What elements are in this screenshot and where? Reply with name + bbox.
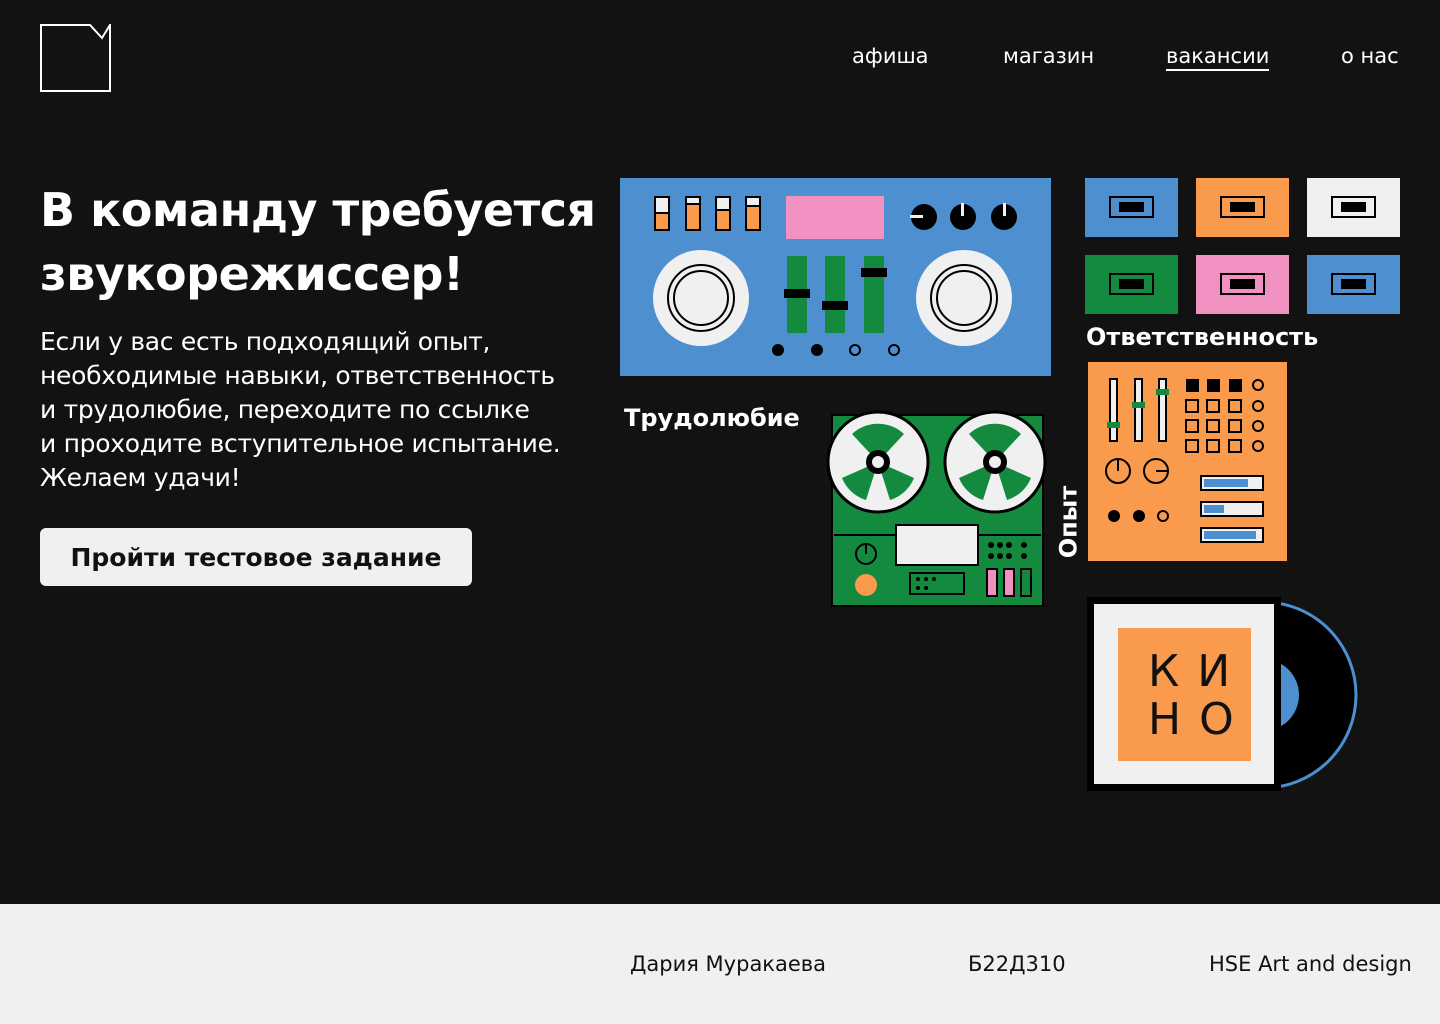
reel-to-reel-icon <box>826 410 1047 607</box>
footer-author: Дария Муракаева <box>630 952 827 976</box>
label-hard-work: Трудолюбие <box>624 404 800 432</box>
album-letter: Н <box>1148 694 1200 745</box>
album-letter: К <box>1148 646 1198 697</box>
album-title: КИ НО <box>1118 628 1251 761</box>
cassette-grid-icon <box>1085 178 1400 314</box>
label-responsibility: Ответственность <box>1086 323 1319 351</box>
album-letter: И <box>1197 646 1249 697</box>
sampler-machine-icon <box>1088 362 1287 561</box>
audio-equipment-illustration <box>620 178 1400 791</box>
footer-school: HSE Art and design <box>1209 952 1412 976</box>
mixer-console-icon <box>620 178 1051 376</box>
footer-group: Б22Д310 <box>968 952 1066 976</box>
album-letter: О <box>1199 694 1252 745</box>
label-experience: Опыт <box>1054 485 1083 559</box>
footer: Дария Муракаева Б22Д310 HSE Art and desi… <box>0 904 1440 1024</box>
